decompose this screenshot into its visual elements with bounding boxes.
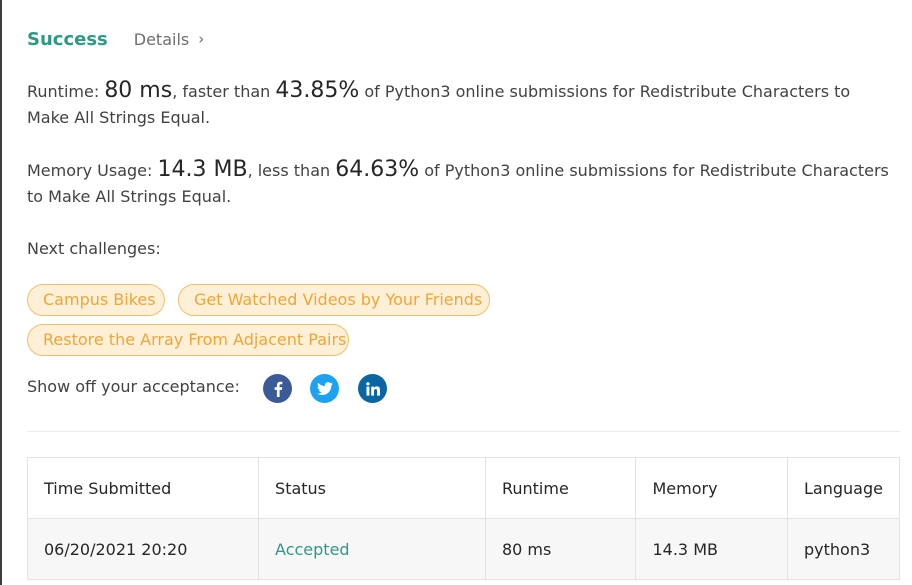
challenge-pill[interactable]: Restore the Array From Adjacent Pairs [27,324,349,356]
submissions-table: Time Submitted Status Runtime Memory Lan… [26,457,900,580]
memory-label: Memory Usage: [27,161,153,180]
submission-result-panel: Success Details › Runtime: 80 ms, faster… [0,0,912,585]
share-label: Show off your acceptance: [27,377,240,396]
linkedin-icon[interactable] [358,374,387,403]
result-header: Success Details › [27,27,204,51]
cell-time-submitted: 06/20/2021 20:20 [26,518,260,580]
memory-comparison: , less than [247,161,331,180]
twitter-icon[interactable] [310,374,339,403]
column-header-memory: Memory [635,457,788,519]
runtime-label: Runtime: [27,82,100,101]
facebook-icon[interactable] [263,374,292,403]
challenge-pill[interactable]: Campus Bikes [27,284,165,316]
cell-language: python3 [787,518,900,580]
left-border [0,0,2,585]
runtime-percent: 43.85% [275,78,360,103]
challenge-pill[interactable]: Get Watched Videos by Your Friends [178,284,490,316]
table-row[interactable]: 06/20/2021 20:20 Accepted 80 ms 14.3 MB … [26,518,900,580]
details-link[interactable]: Details › [134,30,204,49]
memory-suffix: of Python3 online submissions for Redist… [27,161,889,206]
runtime-value: 80 ms [104,78,173,103]
memory-stat: Memory Usage: 14.3 MB, less than 64.63% … [27,157,897,210]
table-header-row: Time Submitted Status Runtime Memory Lan… [26,457,900,519]
next-challenges-label: Next challenges: [27,239,161,258]
column-header-language: Language [787,457,900,519]
details-label: Details [133,29,190,49]
memory-percent: 64.63% [335,157,420,182]
memory-value: 14.3 MB [157,157,248,182]
column-header-time: Time Submitted [26,457,260,519]
column-header-runtime: Runtime [484,457,637,519]
chevron-right-icon: › [198,30,205,48]
runtime-comparison: , faster than [172,82,271,101]
result-status: Success [27,28,108,50]
runtime-stat: Runtime: 80 ms, faster than 43.85% of Py… [27,78,897,131]
cell-memory: 14.3 MB [635,518,788,580]
cell-runtime: 80 ms [484,518,637,580]
section-divider [27,431,900,432]
column-header-status: Status [258,457,486,519]
cell-status-link[interactable]: Accepted [258,518,486,580]
